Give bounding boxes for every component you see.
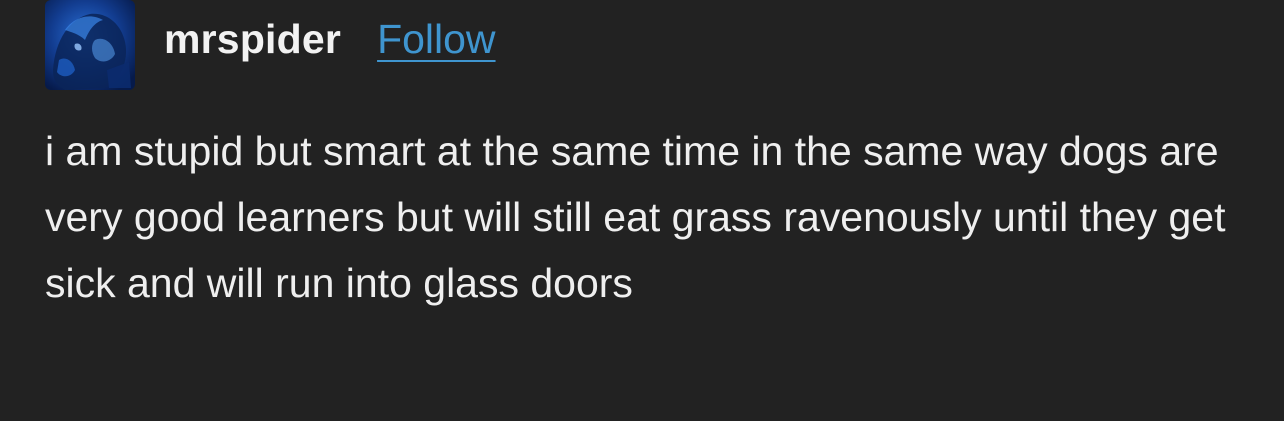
avatar-icon xyxy=(45,0,135,90)
username[interactable]: mrspider xyxy=(164,16,341,63)
avatar[interactable] xyxy=(45,0,135,90)
post: mrspider Follow i am stupid but smart at… xyxy=(0,0,1284,421)
post-body-text: i am stupid but smart at the same time i… xyxy=(45,128,1226,306)
follow-link[interactable]: Follow xyxy=(377,16,495,63)
post-header: mrspider Follow xyxy=(45,0,496,90)
